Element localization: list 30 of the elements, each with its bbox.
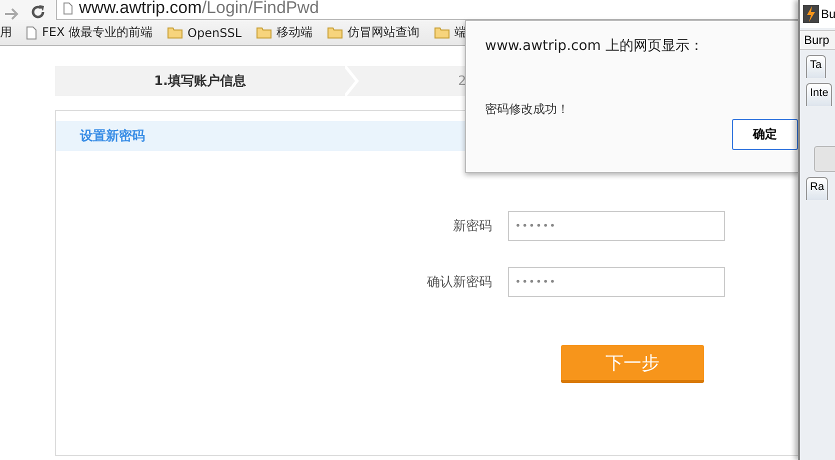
- step-label: 1.填写账户信息: [154, 72, 246, 90]
- folder-icon: [166, 26, 183, 39]
- dialog-message: 密码修改成功！: [485, 101, 569, 118]
- page-icon: [26, 26, 37, 40]
- bookmark[interactable]: 移动端: [276, 24, 313, 41]
- ok-button[interactable]: 确定: [732, 119, 798, 150]
- folder-icon: [256, 26, 272, 39]
- tab[interactable]: Inte: [806, 83, 832, 106]
- bookmark[interactable]: 仿冒网站查询: [348, 24, 420, 41]
- bookmark[interactable]: FEX 做最专业的前端: [42, 24, 153, 41]
- bookmark[interactable]: OpenSSL: [188, 26, 242, 40]
- tab[interactable]: Ta: [806, 55, 826, 78]
- field-label: 新密码: [452, 218, 492, 235]
- tab[interactable]: Ra: [806, 177, 828, 200]
- window-title: Bu: [821, 7, 835, 21]
- dialog-title: www.awtrip.com 上的网页显示：: [485, 37, 704, 55]
- folder-icon: [434, 26, 450, 39]
- password-field[interactable]: ••••••: [508, 267, 725, 297]
- folder-icon: [326, 26, 343, 39]
- url-text: www.awtrip.com/Login/FindPwd: [79, 0, 319, 18]
- bookmark[interactable]: 用: [0, 24, 12, 41]
- password-field[interactable]: ••••••: [508, 211, 725, 241]
- page-icon: [63, 2, 73, 14]
- forward-icon[interactable]: [4, 8, 20, 20]
- field-label: 确认新密码: [426, 274, 492, 291]
- app-icon: [803, 5, 819, 23]
- step-label: 2: [458, 74, 466, 88]
- reload-icon[interactable]: [30, 4, 46, 20]
- address-bar[interactable]: www.awtrip.com/Login/FindPwd: [56, 0, 800, 20]
- section-title: 设置新密码: [80, 128, 145, 145]
